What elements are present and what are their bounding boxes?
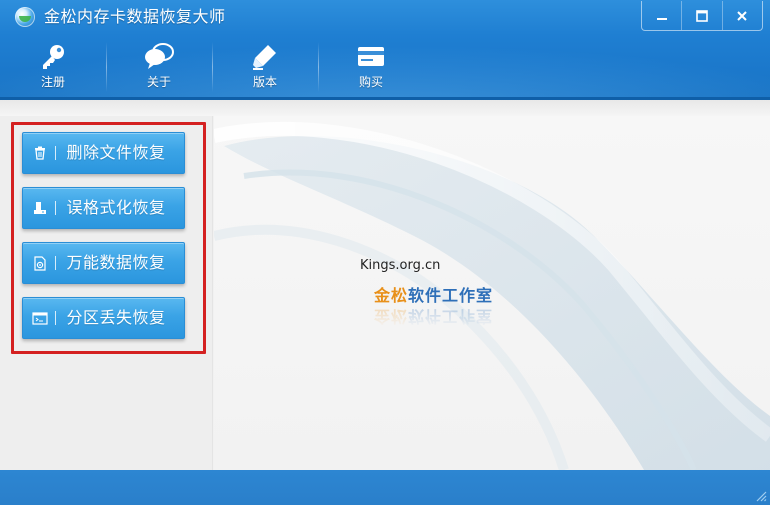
maximize-button[interactable]	[681, 1, 721, 30]
title-toolbar-area: 金松内存卡数据恢复大师 注册 关于 版本 购买	[0, 0, 770, 100]
toolbar-buy-button[interactable]: 购买	[318, 36, 424, 98]
chat-bubbles-icon	[143, 42, 175, 72]
trash-icon	[25, 133, 55, 173]
toolbar: 注册 关于 版本 购买	[0, 36, 430, 98]
card-icon	[355, 42, 387, 72]
button-separator	[55, 201, 56, 215]
button-separator	[55, 311, 56, 325]
terminal-window-icon	[25, 298, 55, 338]
document-gear-icon	[25, 243, 55, 283]
close-button[interactable]	[721, 1, 762, 30]
format-recovery-button[interactable]: 误格式化恢复	[22, 187, 185, 229]
studio-reflection-rest: 软件工作室	[408, 307, 494, 326]
app-logo-icon	[15, 7, 35, 27]
minimize-button[interactable]	[642, 1, 681, 30]
studio-reflection-highlight: 金松	[374, 307, 409, 326]
studio-name-highlight: 金松	[374, 286, 409, 305]
toolbar-version-label: 版本	[252, 75, 277, 89]
status-bar	[0, 470, 770, 505]
key-icon	[37, 42, 69, 72]
toolbar-about-button[interactable]: 关于	[106, 36, 212, 98]
minimize-icon	[656, 17, 667, 20]
universal-data-recovery-label: 万能数据恢复	[66, 253, 166, 272]
site-url: Kings.org.cn	[360, 258, 441, 273]
toolbar-buy-label: 购买	[358, 75, 383, 89]
universal-data-recovery-button[interactable]: 万能数据恢复	[22, 242, 185, 284]
maximize-icon	[696, 9, 708, 22]
content-top-band	[0, 100, 770, 116]
partition-loss-recovery-label: 分区丢失恢复	[66, 308, 166, 327]
delete-file-recovery-button[interactable]: 删除文件恢复	[22, 132, 185, 174]
button-separator	[55, 146, 56, 160]
resize-grip-icon[interactable]	[755, 490, 767, 502]
toolbar-register-label: 注册	[40, 75, 65, 89]
window-controls	[641, 1, 763, 31]
app-window: 金松内存卡数据恢复大师 注册 关于 版本 购买 删除文件恢复 误格式化恢复 万能…	[0, 0, 770, 505]
delete-file-recovery-label: 删除文件恢复	[66, 143, 166, 162]
button-separator	[55, 256, 56, 270]
partition-loss-recovery-button[interactable]: 分区丢失恢复	[22, 297, 185, 339]
studio-name: 金松软件工作室	[374, 282, 493, 306]
format-recovery-label: 误格式化恢复	[66, 198, 166, 217]
close-icon	[737, 10, 748, 21]
toolbar-register-button[interactable]: 注册	[0, 36, 106, 98]
studio-name-rest: 软件工作室	[408, 286, 494, 305]
pen-icon	[249, 42, 281, 72]
toolbar-about-label: 关于	[146, 75, 171, 89]
studio-name-reflection: 金松软件工作室	[374, 306, 493, 330]
format-disk-icon	[25, 188, 55, 228]
toolbar-version-button[interactable]: 版本	[212, 36, 318, 98]
main-content: 删除文件恢复 误格式化恢复 万能数据恢复 分区丢失恢复 Kings.org.cn…	[0, 100, 770, 470]
window-title: 金松内存卡数据恢复大师	[44, 7, 226, 26]
